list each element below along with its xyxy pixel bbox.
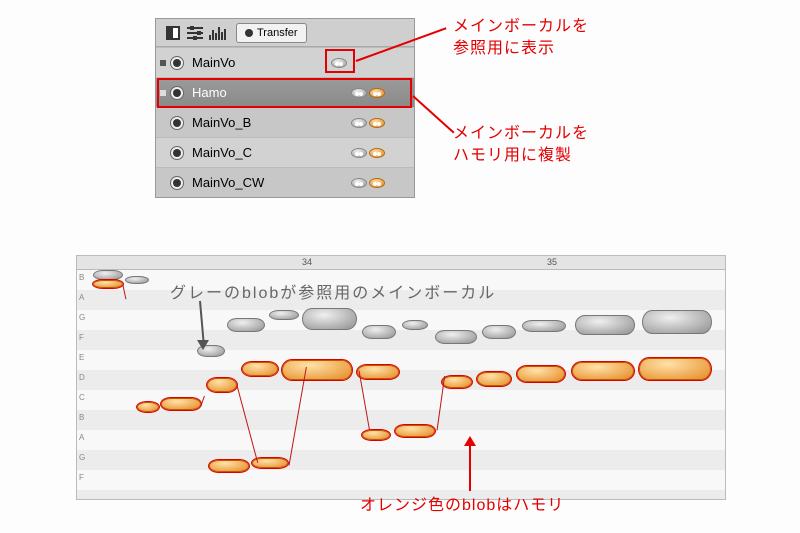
transfer-button-label: Transfer (257, 27, 298, 39)
note-orange[interactable] (207, 378, 237, 392)
key-label: G (79, 313, 85, 322)
record-arm-icon[interactable] (170, 176, 184, 190)
track-row-mainvo[interactable]: MainVo (156, 47, 414, 77)
editor-body[interactable]: B A G F E D C B A G F (77, 270, 725, 500)
annotation-text: メインボーカルを (453, 123, 589, 145)
track-name: MainVo (192, 55, 292, 70)
key-label: A (79, 433, 84, 442)
annotation-grey-blob: グレーのblobが参照用のメインボーカル (170, 279, 496, 303)
note-grey[interactable] (269, 310, 299, 320)
track-name: MainVo_CW (192, 175, 292, 190)
track-name: MainVo_B (192, 115, 292, 130)
annotation-arrow-line (469, 446, 471, 491)
key-label: C (79, 393, 85, 402)
note-orange[interactable] (639, 358, 711, 380)
note-grey[interactable] (402, 320, 428, 330)
blob-grey-icon (351, 118, 367, 128)
note-orange[interactable] (395, 425, 435, 437)
key-label: B (79, 273, 84, 282)
annotation-orange-blob: オレンジ色のblobはハモリ (360, 495, 564, 517)
blob-indicator (351, 118, 385, 128)
track-row-mainvo-cw[interactable]: MainVo_CW (156, 167, 414, 197)
record-arm-icon[interactable] (170, 116, 184, 130)
blob-orange-icon (369, 148, 385, 158)
track-list-header: Transfer (156, 19, 414, 47)
note-grey[interactable] (125, 276, 149, 284)
key-label: E (79, 353, 84, 362)
pitch-line (289, 367, 307, 466)
track-name: MainVo_C (192, 145, 292, 160)
note-orange[interactable] (517, 366, 565, 382)
blob-indicator (351, 88, 385, 98)
note-orange[interactable] (242, 362, 278, 376)
view-mode-icon[interactable] (164, 24, 182, 42)
transfer-button[interactable]: Transfer (236, 23, 307, 43)
record-arm-icon[interactable] (170, 146, 184, 160)
blob-grey-icon (351, 88, 367, 98)
note-grey[interactable] (642, 310, 712, 334)
track-row-mainvo-c[interactable]: MainVo_C (156, 137, 414, 167)
annotation-text: ハモリ用に複製 (453, 145, 589, 167)
blob-indicator (351, 148, 385, 158)
note-grey[interactable] (302, 308, 357, 330)
key-label: F (79, 473, 84, 482)
record-arm-icon[interactable] (170, 86, 184, 100)
sliders-icon[interactable] (186, 24, 204, 42)
note-orange[interactable] (161, 398, 201, 410)
pitch-line (201, 396, 205, 406)
note-grey[interactable] (522, 320, 566, 332)
ruler-tick: 35 (547, 257, 557, 267)
key-label: D (79, 373, 85, 382)
track-handle-icon (160, 60, 166, 66)
pitch-line (237, 385, 259, 463)
blob-orange-icon (369, 88, 385, 98)
key-label: F (79, 333, 84, 342)
note-grey[interactable] (575, 315, 635, 335)
track-row-hamo[interactable]: Hamo (156, 77, 414, 107)
blob-grey-icon (331, 58, 347, 68)
note-orange[interactable] (362, 430, 390, 440)
annotation-arrow-line (412, 95, 454, 133)
track-row-mainvo-b[interactable]: MainVo_B (156, 107, 414, 137)
arrowhead-icon (464, 436, 476, 446)
note-grey[interactable] (362, 325, 396, 339)
note-orange[interactable] (442, 376, 472, 388)
note-orange[interactable] (209, 460, 249, 472)
note-grey[interactable] (435, 330, 477, 344)
track-name: Hamo (192, 85, 292, 100)
blob-grey-icon (351, 148, 367, 158)
blob-indicator (351, 178, 385, 188)
record-icon (245, 29, 253, 37)
pitch-line (437, 376, 446, 431)
key-label: G (79, 453, 85, 462)
note-orange[interactable] (137, 402, 159, 412)
note-grey[interactable] (227, 318, 265, 332)
annotation-text: 参照用に表示 (453, 38, 589, 60)
track-handle-icon (160, 90, 166, 96)
note-orange[interactable] (572, 362, 634, 380)
annotation-text: メインボーカルを (453, 16, 589, 38)
record-arm-icon[interactable] (170, 56, 184, 70)
editor-ruler[interactable]: 34 35 (77, 256, 725, 270)
blob-orange-icon (369, 178, 385, 188)
key-label: B (79, 413, 84, 422)
ruler-tick: 34 (302, 257, 312, 267)
note-orange[interactable] (93, 280, 123, 288)
blob-orange-icon (369, 118, 385, 128)
note-orange[interactable] (282, 360, 352, 380)
note-grey[interactable] (93, 270, 123, 280)
note-grey[interactable] (482, 325, 516, 339)
key-label: A (79, 293, 84, 302)
arrowhead-icon (197, 340, 209, 350)
spectrum-icon[interactable] (208, 24, 226, 42)
note-orange[interactable] (477, 372, 511, 386)
track-list-panel: Transfer MainVo Hamo MainVo_B MainVo_C (155, 18, 415, 198)
pitch-line (123, 285, 127, 299)
blob-indicator (331, 58, 347, 68)
blob-grey-icon (351, 178, 367, 188)
annotation-duplicate: メインボーカルを ハモリ用に複製 (453, 123, 589, 168)
annotation-reference: メインボーカルを 参照用に表示 (453, 16, 589, 61)
pitch-line (359, 370, 370, 429)
note-orange[interactable] (357, 365, 399, 379)
